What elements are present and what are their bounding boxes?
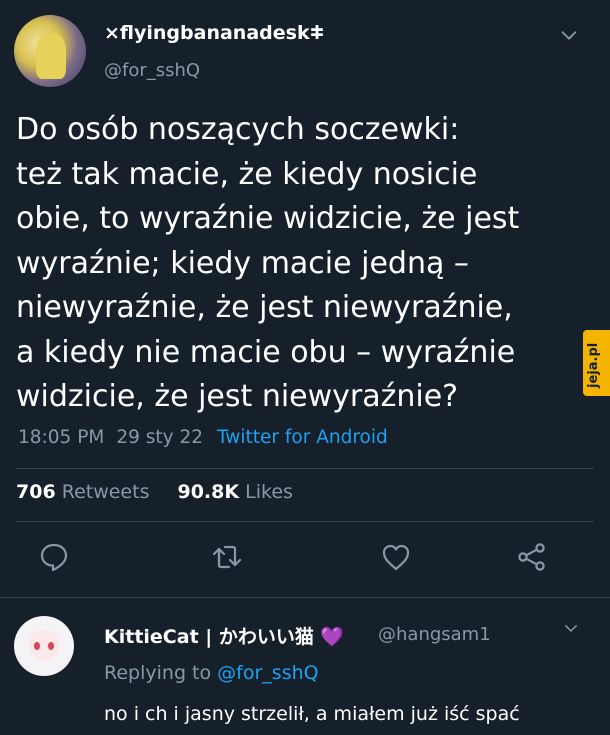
tweet-text: Do osób noszących soczewki: też tak maci… xyxy=(16,112,520,414)
author-display-name[interactable]: ×flyingbananadeskⵐ xyxy=(104,22,324,44)
comment-icon[interactable] xyxy=(38,541,70,573)
likes-stat[interactable]: 90.8K Likes xyxy=(177,481,292,503)
retweet-icon[interactable] xyxy=(211,541,243,573)
divider xyxy=(16,468,594,469)
retweets-stat[interactable]: 706 Retweets xyxy=(16,481,149,503)
chevron-down-icon[interactable] xyxy=(562,619,580,637)
likes-label: Likes xyxy=(245,481,293,503)
replying-to-handle-link[interactable]: @for_sshQ xyxy=(217,662,318,684)
author-handle[interactable]: @for_sshQ xyxy=(104,60,200,81)
reply-author-handle[interactable]: @hangsam1 xyxy=(378,624,491,645)
retweets-count: 706 xyxy=(16,481,56,503)
jeja-watermark: jeja.pl xyxy=(583,330,610,396)
retweets-label: Retweets xyxy=(61,481,150,503)
reply-author-avatar[interactable] xyxy=(14,616,74,676)
replying-to-line: Replying to @for_sshQ xyxy=(104,662,319,684)
divider xyxy=(0,597,610,598)
share-icon[interactable] xyxy=(516,541,548,573)
tweet-source-link[interactable]: Twitter for Android xyxy=(217,427,388,448)
tweet-time: 18:05 PM xyxy=(18,427,105,448)
heart-icon[interactable] xyxy=(380,541,412,573)
divider xyxy=(16,521,594,522)
likes-count: 90.8K xyxy=(177,481,240,503)
tweet-stats: 706 Retweets 90.8K Likes xyxy=(16,481,293,503)
replying-to-label: Replying to xyxy=(104,662,212,684)
author-avatar[interactable] xyxy=(14,15,86,87)
reply-text: no i ch i jasny strzelił, a miałem już i… xyxy=(104,703,520,725)
chevron-down-icon[interactable] xyxy=(558,24,580,46)
watermark-text: jeja.pl xyxy=(586,342,601,388)
tweet-date: 29 sty 22 xyxy=(116,427,203,448)
reply-author-display-name[interactable]: KittieCat | かわいい猫 💜 xyxy=(104,622,344,649)
tweet-meta: 18:05 PM 29 sty 22 Twitter for Android xyxy=(18,427,388,448)
